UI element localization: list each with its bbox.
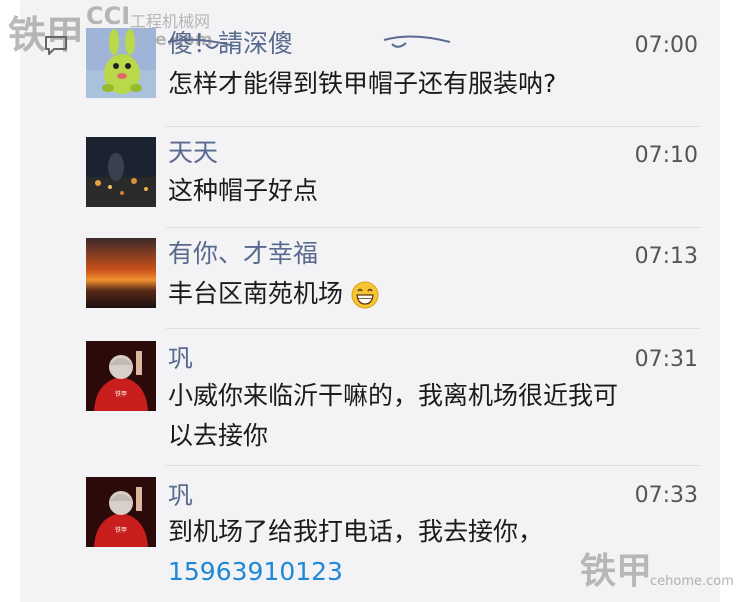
comment-text-content: 丰台区南苑机场 [168,279,344,308]
comment-author[interactable]: 天天 [168,133,218,169]
comment-item: 傻！請深傻 07:00 怎样才能得到铁甲帽子还有服装呐? [86,0,700,126]
comment-text: 怎样才能得到铁甲帽子还有服装呐? [168,69,557,98]
comment-time: 07:13 [634,244,698,269]
comment-item: 有你、才幸福 07:13 丰台区南苑机场 [86,228,700,328]
phone-number-link[interactable]: 15963910123 [168,552,693,592]
comment-text-line: 到机场了给我打电话，我去接你， [168,517,544,546]
avatar[interactable]: 铁甲 [86,477,156,547]
avatar[interactable] [86,28,156,98]
comment-time: 07:10 [634,143,698,168]
comment-item: 天天 07:10 这种帽子好点 [86,127,700,227]
comment-text: 丰台区南苑机场 [168,274,693,314]
comment-text: 到机场了给我打电话，我去接你， 15963910123 [168,512,693,592]
comment-author[interactable]: 有你、才幸福 [168,234,318,270]
comment-time: 07:33 [634,483,698,508]
comment-text: 小威你来临沂干嘛的，我离机场很近我可 以去接你 [168,376,698,456]
name-decoration-right-icon [383,35,451,48]
comment-author[interactable]: 巩 [168,476,193,512]
svg-text:铁甲: 铁甲 [115,526,127,534]
comment-time: 07:00 [634,33,698,58]
comment-author[interactable]: 巩 [168,339,193,375]
name-decoration-left-icon [167,38,235,49]
avatar[interactable] [86,238,156,308]
comment-text-line: 小威你来临沂干嘛的，我离机场很近我可 [168,381,619,410]
grinning-face-emoji [351,281,379,309]
chat-bubble-icon [45,36,67,55]
avatar[interactable]: 铁甲 [86,341,156,411]
comment-item: 铁甲 巩 07:31 小威你来临沂干嘛的，我离机场很近我可 以去接你 [86,329,700,465]
comment-text-line: 以去接你 [168,421,269,450]
comment-item: 铁甲 巩 07:33 到机场了给我打电话，我去接你， 15963910123 [86,466,700,602]
comment-text: 这种帽子好点 [168,176,319,205]
svg-text:铁甲: 铁甲 [115,390,127,398]
avatar[interactable] [86,137,156,207]
comment-time: 07:31 [634,347,698,372]
